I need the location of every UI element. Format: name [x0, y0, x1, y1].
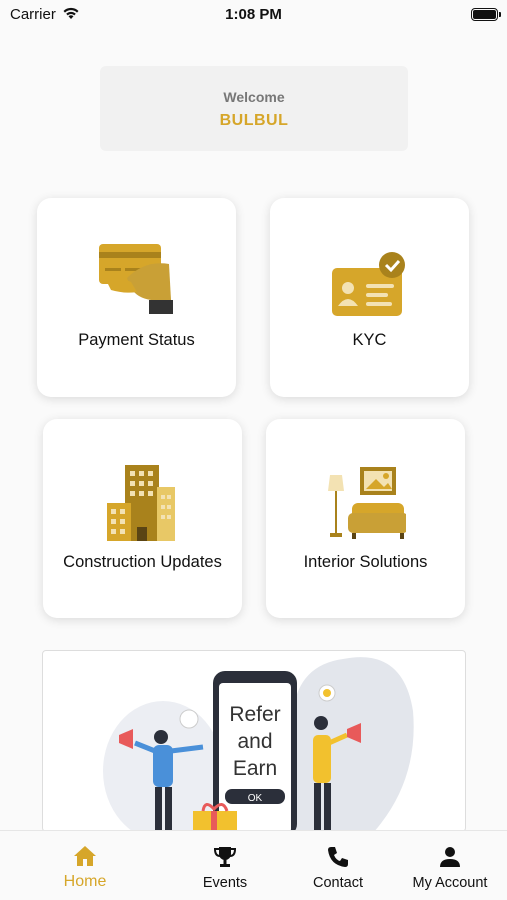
bottom-tab-bar: Home Events Contact My Account: [0, 830, 507, 900]
credit-card-hand-icon: [99, 244, 173, 314]
home-icon: [74, 846, 96, 866]
construction-updates-card[interactable]: Construction Updates: [43, 419, 242, 618]
tab-my-account-label: My Account: [412, 875, 488, 891]
person-icon: [440, 847, 460, 867]
refer-and-earn-banner[interactable]: Refer and Earn OK: [42, 650, 466, 832]
refer-text-line1: Refer: [229, 703, 280, 726]
kyc-label: KYC: [352, 331, 387, 349]
interior-solutions-card[interactable]: Interior Solutions: [266, 419, 465, 618]
tab-events-label: Events: [202, 875, 248, 891]
tab-events[interactable]: Events: [170, 831, 280, 900]
interior-solutions-label: Interior Solutions: [303, 553, 428, 571]
payment-status-card[interactable]: Payment Status: [37, 198, 236, 397]
construction-updates-label: Construction Updates: [63, 553, 222, 571]
ok-button-label: OK: [248, 793, 263, 804]
tab-home[interactable]: Home: [30, 831, 140, 900]
refer-text-line2: and: [237, 730, 272, 753]
phone-icon: [328, 847, 348, 867]
clock: 1:08 PM: [225, 6, 282, 23]
user-name: BULBUL: [219, 112, 289, 129]
tab-contact-label: Contact: [313, 875, 363, 891]
tab-contact[interactable]: Contact: [283, 831, 393, 900]
buildings-icon: [107, 465, 175, 541]
sofa-lamp-icon: [328, 467, 406, 539]
welcome-greeting: Welcome: [223, 89, 285, 105]
refer-text-line3: Earn: [233, 757, 277, 780]
payment-status-label: Payment Status: [78, 331, 195, 349]
refer-earn-illustration: Refer and Earn OK: [103, 657, 414, 831]
id-card-check-icon: [332, 252, 405, 316]
battery-icon: [471, 8, 501, 21]
tab-my-account[interactable]: My Account: [395, 831, 505, 900]
trophy-icon: [213, 847, 237, 867]
status-bar: Carrier 1:08 PM: [0, 0, 507, 30]
kyc-card[interactable]: KYC: [270, 198, 469, 397]
tab-home-label: Home: [63, 873, 107, 890]
welcome-banner: Welcome BULBUL: [100, 66, 408, 151]
